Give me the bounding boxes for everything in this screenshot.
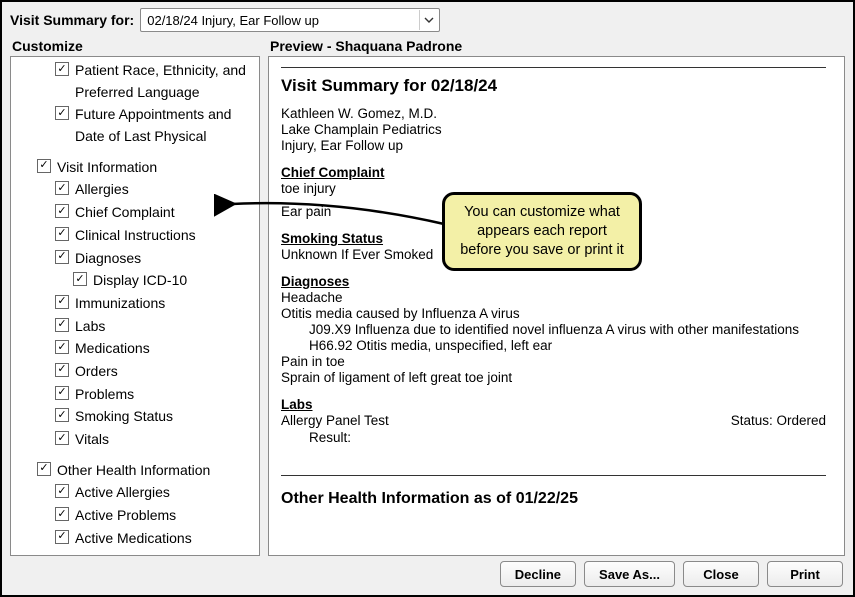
lab-name: Allergy Panel Test: [281, 413, 389, 428]
diagnoses-heading: Diagnoses: [281, 274, 826, 289]
customize-item[interactable]: Allergies: [15, 178, 255, 201]
preview-title: Visit Summary for 02/18/24: [281, 76, 826, 96]
dx-6: Sprain of ligament of left great toe joi…: [281, 370, 826, 385]
checkbox-icon[interactable]: [55, 431, 69, 445]
preview-panel: Visit Summary for 02/18/24 Kathleen W. G…: [268, 56, 845, 556]
decline-button[interactable]: Decline: [500, 561, 576, 587]
checkbox-icon[interactable]: [55, 106, 69, 120]
checkbox-icon[interactable]: [55, 295, 69, 309]
customize-item-label: Patient Race, Ethnicity, and Preferred L…: [75, 59, 255, 103]
customize-item-label: Future Appointments and Date of Last Phy…: [75, 103, 255, 147]
customize-item-label: Orders: [75, 360, 118, 383]
customize-item[interactable]: Future Appointments and Date of Last Phy…: [15, 103, 255, 147]
close-button[interactable]: Close: [683, 561, 759, 587]
customize-item-label: Other Health Information: [57, 459, 210, 482]
checkbox-icon[interactable]: [55, 507, 69, 521]
preview-mid-rule: [281, 475, 826, 476]
customize-item[interactable]: Active Problems: [15, 504, 255, 527]
customize-item-label: Labs: [75, 315, 105, 338]
customize-item-label: Chief Complaint: [75, 201, 175, 224]
customize-item[interactable]: Patient Race, Ethnicity, and Preferred L…: [15, 59, 255, 103]
customize-item-label: Smoking Status: [75, 405, 173, 428]
checkbox-icon[interactable]: [55, 484, 69, 498]
customize-item[interactable]: Labs: [15, 315, 255, 338]
customize-item-label: Display ICD-10: [93, 269, 187, 292]
dx-2: Otitis media caused by Influenza A virus: [281, 306, 826, 321]
customize-item[interactable]: Other Health Information: [15, 459, 255, 482]
lab-status: Status: Ordered: [731, 413, 826, 428]
checkbox-icon[interactable]: [55, 204, 69, 218]
labs-heading: Labs: [281, 397, 826, 412]
customize-item-label: Visit Information: [57, 156, 157, 179]
preview-header: Preview - Shaquana Padrone: [268, 36, 845, 56]
customize-item-label: Immunizations: [75, 292, 165, 315]
customize-item[interactable]: Visit Information: [15, 156, 255, 179]
customize-item-label: Problems: [75, 383, 134, 406]
other-health-heading: Other Health Information as of 01/22/25: [281, 490, 826, 508]
practice-name: Lake Champlain Pediatrics: [281, 122, 826, 137]
checkbox-icon[interactable]: [55, 227, 69, 241]
dx-1: Headache: [281, 290, 826, 305]
customize-item-label: Medications: [75, 337, 150, 360]
checkbox-icon[interactable]: [55, 386, 69, 400]
customize-item[interactable]: Active Medications: [15, 527, 255, 550]
customize-item[interactable]: Immunizations: [15, 292, 255, 315]
checkbox-icon[interactable]: [55, 530, 69, 544]
customize-item[interactable]: Problems: [15, 383, 255, 406]
customize-item[interactable]: Medications: [15, 337, 255, 360]
customize-item[interactable]: Smoking Status: [15, 405, 255, 428]
customize-item[interactable]: Clinical Instructions: [15, 224, 255, 247]
customize-panel: Patient Race, Ethnicity, and Preferred L…: [10, 56, 260, 556]
checkbox-icon[interactable]: [73, 272, 87, 286]
customize-item[interactable]: Diagnoses: [15, 247, 255, 270]
checkbox-icon[interactable]: [55, 318, 69, 332]
visit-selector-value: 02/18/24 Injury, Ear Follow up: [147, 13, 319, 28]
callout-tooltip: You can customize what appears each repo…: [442, 192, 642, 271]
customize-header: Customize: [10, 36, 268, 56]
customize-item-label: Active Problems: [75, 504, 176, 527]
visit-summary-for-label: Visit Summary for:: [10, 12, 134, 28]
dx-3: J09.X9 Influenza due to identified novel…: [281, 322, 826, 337]
customize-item-label: Clinical Instructions: [75, 224, 196, 247]
checkbox-icon[interactable]: [55, 363, 69, 377]
checkbox-icon[interactable]: [55, 181, 69, 195]
checkbox-icon[interactable]: [55, 62, 69, 76]
chief-complaint-heading: Chief Complaint: [281, 165, 826, 180]
chevron-down-icon[interactable]: [419, 10, 437, 30]
checkbox-icon[interactable]: [55, 250, 69, 264]
provider-name: Kathleen W. Gomez, M.D.: [281, 106, 826, 121]
customize-item[interactable]: Display ICD-10: [15, 269, 255, 292]
lab-result: Result:: [281, 430, 826, 445]
customize-item-label: Allergies: [75, 178, 129, 201]
checkbox-icon[interactable]: [37, 159, 51, 173]
customize-item-label: Active Allergies: [75, 481, 170, 504]
customize-item-label: Active Medications: [75, 527, 192, 550]
visit-selector-combo[interactable]: 02/18/24 Injury, Ear Follow up: [140, 8, 440, 32]
customize-item[interactable]: Vitals: [15, 428, 255, 451]
checkbox-icon[interactable]: [37, 462, 51, 476]
customize-item[interactable]: Orders: [15, 360, 255, 383]
print-button[interactable]: Print: [767, 561, 843, 587]
visit-summary-dialog: Visit Summary for: 02/18/24 Injury, Ear …: [0, 0, 855, 597]
dx-4: H66.92 Otitis media, unspecified, left e…: [281, 338, 826, 353]
checkbox-icon[interactable]: [55, 408, 69, 422]
main-panels: Patient Race, Ethnicity, and Preferred L…: [2, 56, 853, 555]
customize-item[interactable]: Active Allergies: [15, 481, 255, 504]
customize-item-label: Diagnoses: [75, 247, 141, 270]
save-as-button[interactable]: Save As...: [584, 561, 675, 587]
checkbox-icon[interactable]: [55, 340, 69, 354]
customize-scroll[interactable]: Patient Race, Ethnicity, and Preferred L…: [11, 57, 259, 555]
customize-item[interactable]: Chief Complaint: [15, 201, 255, 224]
customize-item-label: Vitals: [75, 428, 109, 451]
button-bar: Decline Save As... Close Print: [2, 555, 853, 595]
dx-5: Pain in toe: [281, 354, 826, 369]
preview-scroll[interactable]: Visit Summary for 02/18/24 Kathleen W. G…: [269, 57, 844, 555]
top-bar: Visit Summary for: 02/18/24 Injury, Ear …: [2, 2, 853, 36]
preview-top-rule: [281, 67, 826, 68]
visit-reason: Injury, Ear Follow up: [281, 138, 826, 153]
column-headers: Customize Preview - Shaquana Padrone: [2, 36, 853, 56]
